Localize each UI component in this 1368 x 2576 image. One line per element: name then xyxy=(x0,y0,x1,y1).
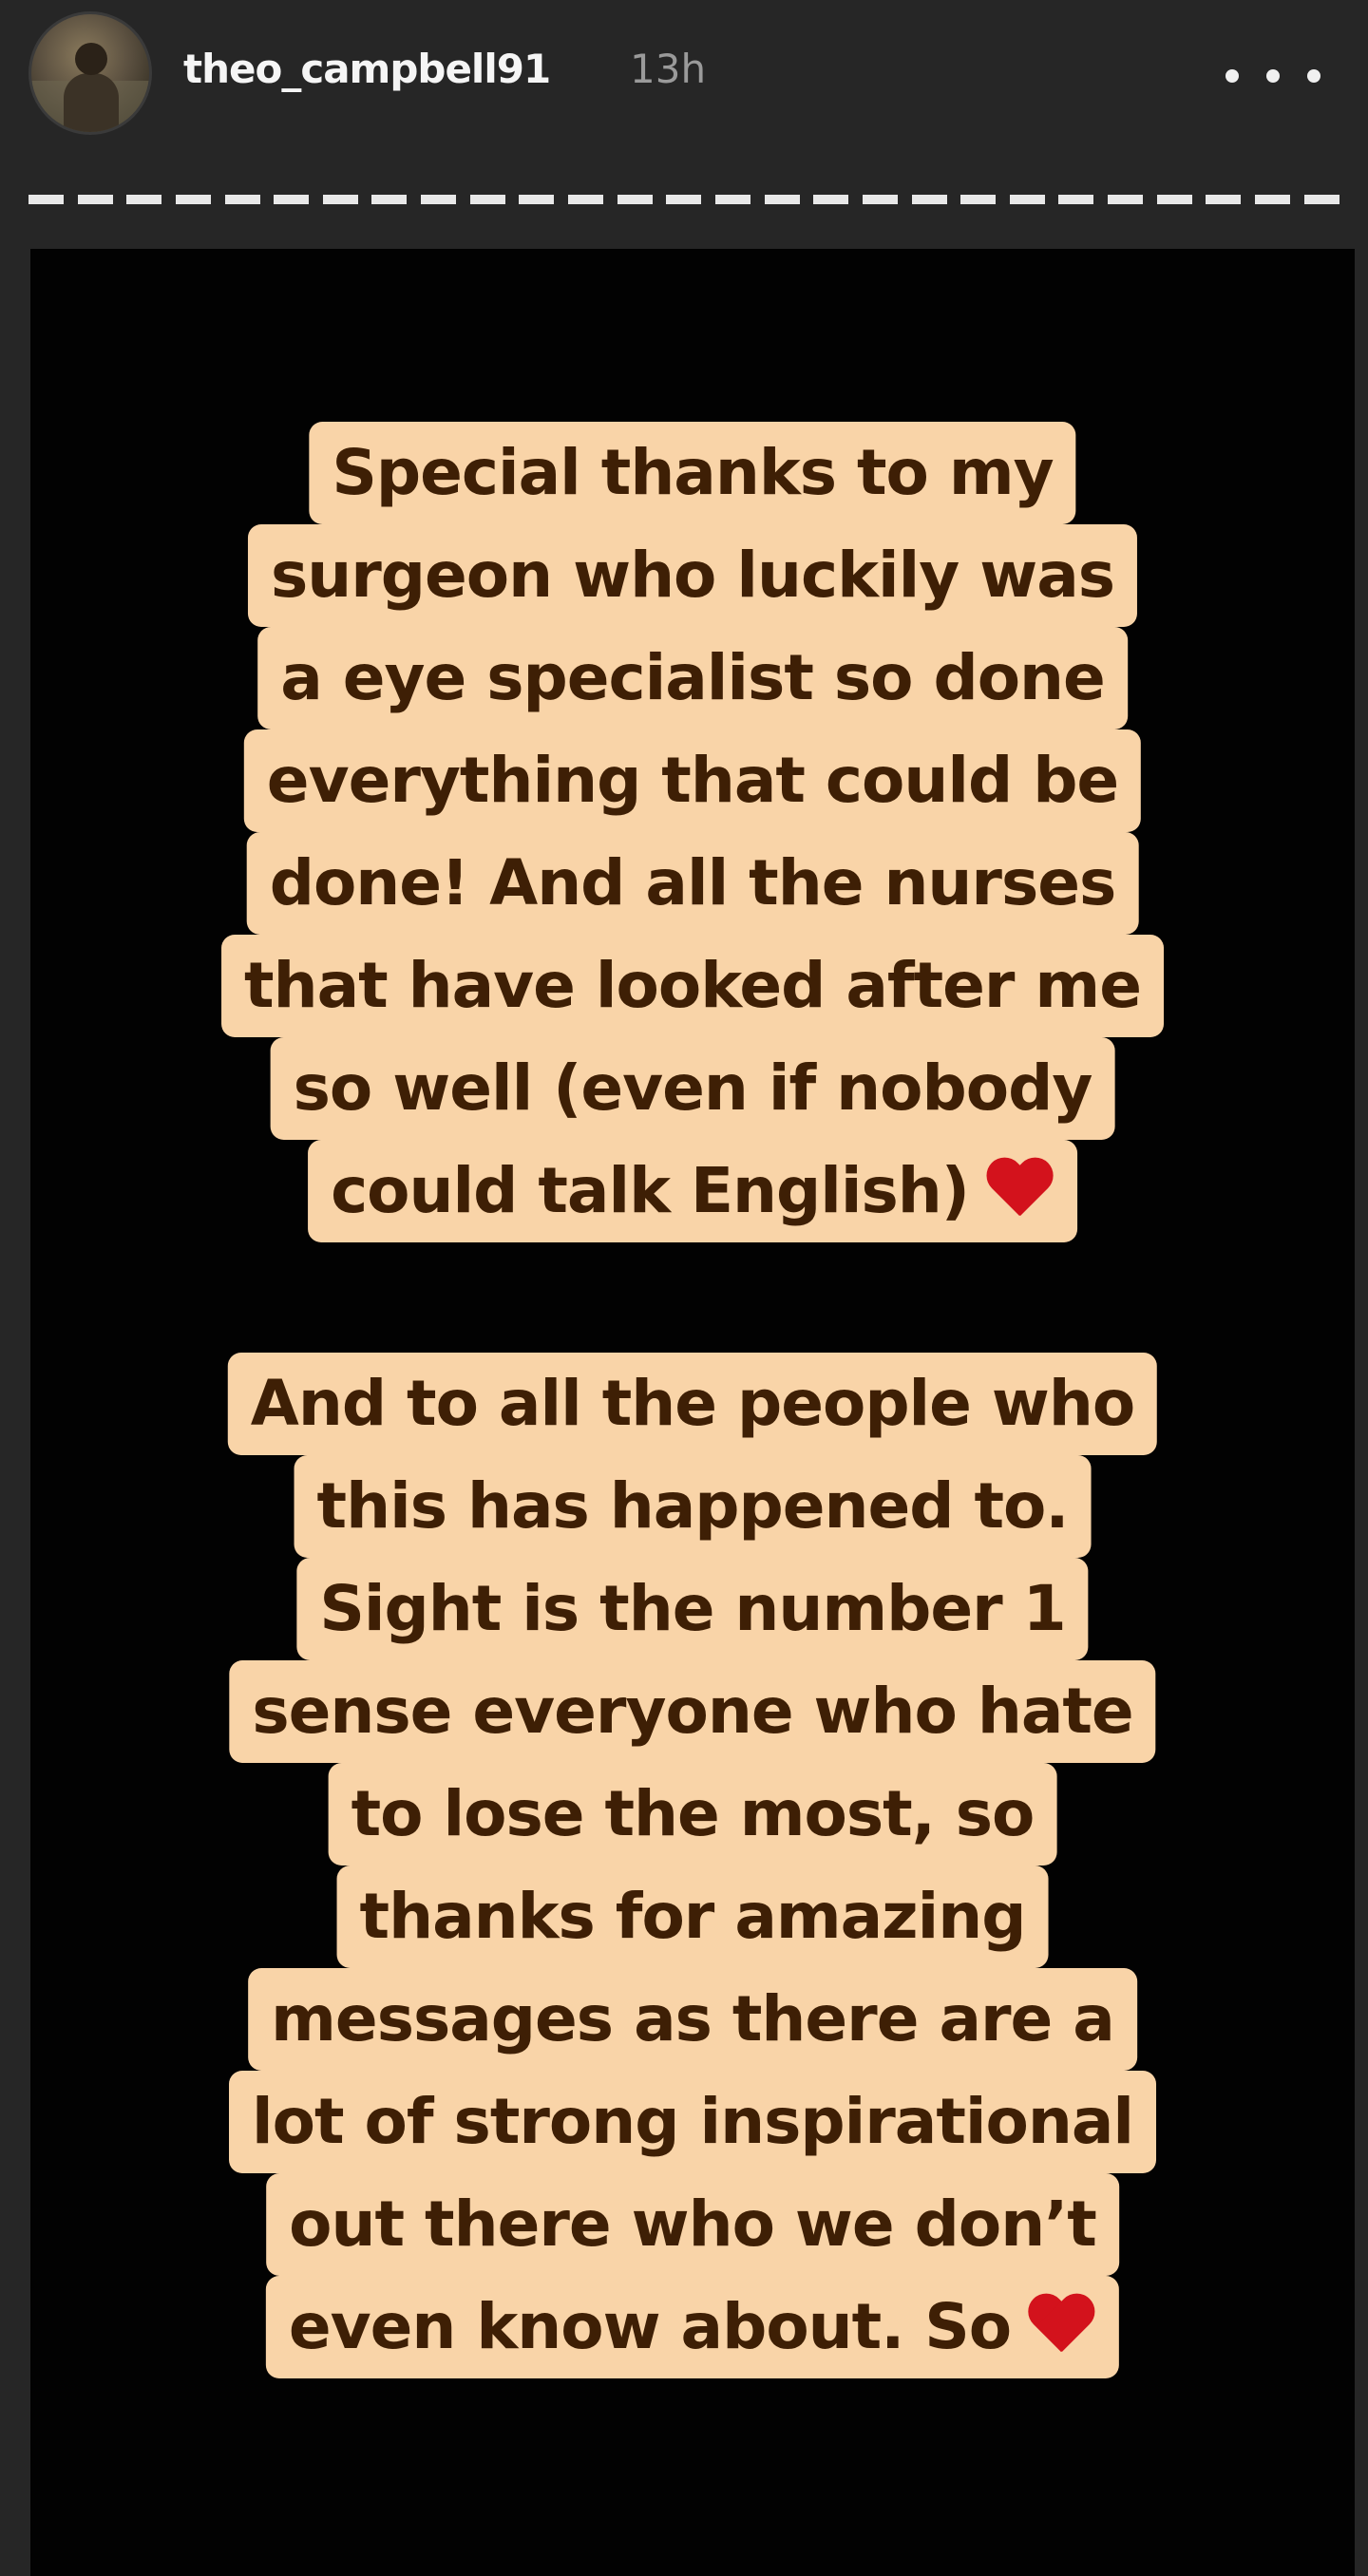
progress-segment xyxy=(1108,195,1144,204)
progress-segment xyxy=(1058,195,1094,204)
progress-segment xyxy=(322,195,358,204)
post-timestamp: 13h xyxy=(630,46,707,92)
progress-segment xyxy=(519,195,555,204)
progress-segment xyxy=(1009,195,1045,204)
story-text-line: And to all the people who xyxy=(227,1353,1158,1455)
story-text-line: Special thanks to my xyxy=(309,422,1076,524)
story-text-line: sense everyone who hate xyxy=(229,1660,1156,1763)
story-text-line: lot of strong inspirational xyxy=(229,2071,1156,2173)
progress-segment xyxy=(568,195,604,204)
progress-segment xyxy=(960,195,997,204)
story-text-line: everything that could be xyxy=(243,729,1142,832)
story-text-line: that have looked after me xyxy=(221,935,1164,1037)
progress-segment xyxy=(714,195,750,204)
progress-segment xyxy=(617,195,653,204)
story-text-line: done! And all the nurses xyxy=(246,832,1139,935)
story-text: even know about. So xyxy=(288,2290,1012,2363)
progress-segment xyxy=(224,195,260,204)
progress-segment xyxy=(1255,195,1291,204)
story-progress-bar xyxy=(28,195,1340,204)
progress-segment xyxy=(764,195,800,204)
story-text-line: to lose the most, so xyxy=(328,1763,1057,1866)
story-text-line: surgeon who luckily was xyxy=(247,524,1138,627)
story-text-line-with-heart: even know about. So xyxy=(265,2276,1120,2378)
more-options-icon[interactable] xyxy=(1226,57,1320,95)
progress-segment xyxy=(1156,195,1192,204)
user-avatar-icon[interactable] xyxy=(28,11,152,135)
username-link[interactable]: theo_campbell91 xyxy=(183,46,551,92)
heart-icon xyxy=(984,1159,1054,1220)
story-text-line: messages as there are a xyxy=(248,1968,1137,2071)
story-text-line-with-heart: could talk English) xyxy=(308,1140,1077,1242)
story-text-line: this has happened to. xyxy=(294,1455,1092,1558)
progress-segment xyxy=(421,195,457,204)
story-content[interactable]: Special thanks to my surgeon who luckily… xyxy=(30,249,1355,2576)
story-text-line: so well (even if nobody xyxy=(270,1037,1115,1140)
story-text: could talk English) xyxy=(331,1154,970,1227)
progress-segment xyxy=(911,195,947,204)
story-text-line: a eye specialist so done xyxy=(257,627,1128,729)
heart-icon xyxy=(1026,2295,1096,2356)
story-text-line: thanks for amazing xyxy=(336,1866,1049,1968)
progress-segment xyxy=(175,195,211,204)
progress-segment xyxy=(1303,195,1340,204)
progress-segment xyxy=(274,195,310,204)
progress-segment xyxy=(469,195,505,204)
story-text-line: out there who we don’t xyxy=(266,2173,1119,2276)
progress-segment xyxy=(1206,195,1242,204)
progress-segment xyxy=(28,195,64,204)
story-header: theo_campbell91 13h xyxy=(0,0,1368,152)
progress-segment xyxy=(126,195,162,204)
story-viewer: theo_campbell91 13h Special thanks to my… xyxy=(0,0,1368,2576)
progress-segment xyxy=(813,195,849,204)
progress-segment xyxy=(666,195,702,204)
progress-segment xyxy=(862,195,898,204)
progress-segment xyxy=(371,195,408,204)
progress-segment xyxy=(77,195,113,204)
story-text-line: Sight is the number 1 xyxy=(296,1558,1089,1660)
